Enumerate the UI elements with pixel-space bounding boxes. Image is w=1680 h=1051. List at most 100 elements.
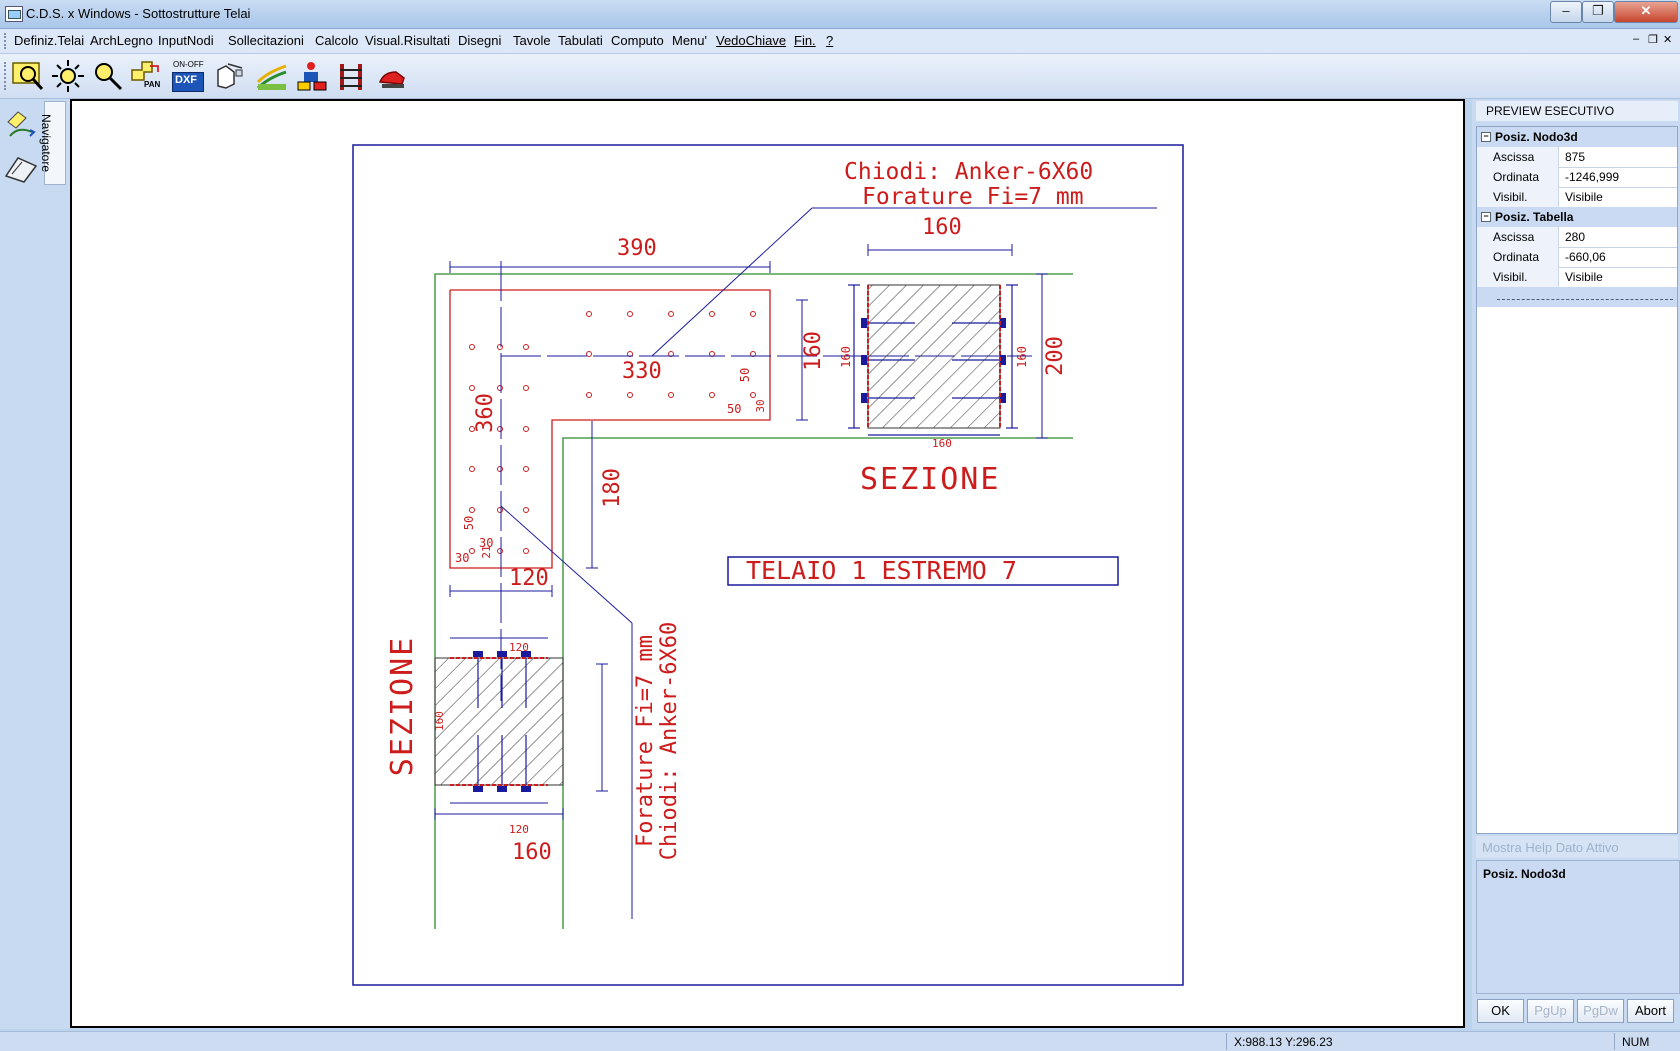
property-value[interactable]: -1246,999 [1561, 167, 1676, 187]
select-icon[interactable] [212, 58, 248, 94]
property-row[interactable]: Visibil. Visibile [1477, 267, 1677, 288]
section-right [867, 284, 1001, 429]
menu-visual-risultati[interactable]: Visual.Risultati [365, 33, 450, 48]
dim-180-v: 180 [600, 468, 625, 508]
onoff-label: ON-OFF [173, 60, 204, 69]
nails-label: Chiodi: Anker-6X60 [844, 159, 1093, 185]
minimize-button[interactable]: – [1550, 1, 1582, 23]
property-row[interactable]: Ordinata -1246,999 [1477, 167, 1677, 188]
holes-group [469, 311, 756, 554]
app-icon[interactable] [5, 6, 23, 22]
property-value[interactable]: -660,06 [1561, 247, 1676, 267]
section-label-right: SEZIONE [860, 462, 1000, 497]
zoom-all-icon[interactable] [50, 58, 86, 94]
dim-50-a: 50 [727, 402, 741, 416]
dim-30-a: 30 [455, 551, 469, 565]
frame-icon[interactable] [334, 58, 370, 94]
group-posiz-nodo3d[interactable]: − Posiz. Nodo3d [1477, 127, 1677, 147]
menu-calcolo[interactable]: Calcolo [315, 33, 358, 48]
menu-help[interactable]: ? [826, 33, 833, 48]
property-row[interactable]: Ascissa 280 [1477, 227, 1677, 248]
dim-120-a: 120 [509, 641, 529, 654]
help-toggle[interactable]: Mostra Help Dato Attivo [1476, 836, 1678, 858]
toolbar-grip[interactable] [4, 62, 9, 90]
preview-title: PREVIEW ESECUTIVO [1486, 104, 1615, 118]
node-icon[interactable] [294, 58, 330, 94]
property-value[interactable]: 875 [1561, 147, 1676, 167]
collapse-icon[interactable]: − [1481, 212, 1491, 222]
navigator-view-icon[interactable] [4, 150, 40, 184]
property-value[interactable]: Visibile [1561, 267, 1676, 287]
window-title: C.D.S. x Windows - Sottostrutture Telai [26, 6, 251, 21]
collapse-icon[interactable]: − [1481, 132, 1491, 142]
left-panel [0, 99, 70, 1029]
abort-button[interactable]: Abort [1627, 999, 1674, 1023]
help-box: Posiz. Nodo3d [1476, 860, 1680, 994]
help-text: Posiz. Nodo3d [1483, 867, 1566, 881]
menu-vedochiave[interactable]: VedoChiave [716, 33, 786, 48]
dim-160-v-small-2: 160 [1015, 346, 1029, 368]
holes-label: Forature Fi=7 mm [862, 184, 1084, 210]
status-bar: X:988.13 Y:296.23 NUM [0, 1031, 1680, 1051]
mdi-minimize-button[interactable]: – [1633, 33, 1639, 45]
ok-button[interactable]: OK [1477, 999, 1524, 1023]
property-row[interactable]: Ascissa 875 [1477, 147, 1677, 168]
property-key: Ascissa [1477, 147, 1559, 167]
cursor-coordinates: X:988.13 Y:296.23 [1234, 1035, 1333, 1049]
property-key: Ordinata [1477, 247, 1559, 267]
zoom-window-icon[interactable] [10, 58, 46, 94]
pgdw-button[interactable]: PgDw [1577, 999, 1624, 1023]
dim-50-c: 50 [462, 516, 476, 530]
group-title: Posiz. Nodo3d [1495, 130, 1578, 144]
menu-grip[interactable] [4, 33, 9, 49]
dim-160-c: 160 [932, 437, 952, 450]
navigator-tree-icon[interactable] [4, 108, 40, 148]
dim-330: 330 [622, 359, 662, 384]
section-label-left: SEZIONE [385, 636, 420, 776]
menu-tabulati[interactable]: Tabulati [558, 33, 603, 48]
group-posiz-tabella[interactable]: − Posiz. Tabella [1477, 207, 1677, 227]
menu-fin[interactable]: Fin. [794, 33, 816, 48]
preview-header: PREVIEW ESECUTIVO [1476, 101, 1678, 121]
drawing-canvas[interactable]: Chiodi: Anker-6X60 Forature Fi=7 mm 390 … [70, 99, 1465, 1028]
menu-definiz-telai[interactable]: Definiz.Telai [14, 33, 84, 48]
menu-inputnodi[interactable]: InputNodi [158, 33, 214, 48]
close-button[interactable]: ✕ [1614, 1, 1678, 23]
print-icon[interactable] [374, 58, 410, 94]
maximize-button[interactable]: ❐ [1582, 1, 1614, 23]
menu-tavole[interactable]: Tavole [513, 33, 551, 48]
pan-icon[interactable]: PAN [128, 58, 164, 94]
navigator-tab[interactable]: Navigatore [39, 101, 66, 185]
toolbar: PAN ON-OFF DXF [0, 54, 1680, 99]
dim-50-b: 50 [738, 368, 752, 382]
dim-120: 120 [509, 566, 549, 591]
status-separator [1226, 1033, 1227, 1050]
dim-160-v: 160 [801, 331, 826, 371]
mdi-close-button[interactable]: ✕ [1663, 33, 1672, 46]
dim-160-v-small: 160 [839, 346, 853, 368]
zoom-icon[interactable] [90, 58, 126, 94]
layer-icon[interactable] [254, 58, 290, 94]
property-key: Ascissa [1477, 227, 1559, 247]
menu-sollecitazioni[interactable]: Sollecitazioni [228, 33, 304, 48]
menu-archlegno[interactable]: ArchLegno [90, 33, 153, 48]
pgup-button[interactable]: PgUp [1527, 999, 1574, 1023]
property-row[interactable]: Ordinata -660,06 [1477, 247, 1677, 268]
dim-21-v: 21 [480, 545, 493, 558]
menu-disegni[interactable]: Disegni [458, 33, 501, 48]
pan-label: PAN [144, 80, 161, 89]
dim-160-top: 160 [922, 215, 962, 240]
menu-computo[interactable]: Computo [611, 33, 664, 48]
help-caption-text: Mostra Help Dato Attivo [1482, 840, 1619, 855]
dxf-label: DXF [175, 74, 197, 86]
property-row[interactable]: Visibil. Visibile [1477, 187, 1677, 208]
grid-separator [1497, 299, 1673, 300]
property-grid: − Posiz. Nodo3d Ascissa 875 Ordinata -12… [1476, 126, 1678, 834]
menu-menu[interactable]: Menu' [672, 33, 707, 48]
dxf-toggle-icon[interactable]: ON-OFF DXF [170, 58, 206, 94]
status-separator [1614, 1033, 1615, 1050]
frame-label: TELAIO 1 ESTREMO 7 [746, 556, 1017, 585]
property-value[interactable]: 280 [1561, 227, 1676, 247]
property-value[interactable]: Visibile [1561, 187, 1676, 207]
mdi-restore-button[interactable]: ❐ [1648, 33, 1658, 46]
